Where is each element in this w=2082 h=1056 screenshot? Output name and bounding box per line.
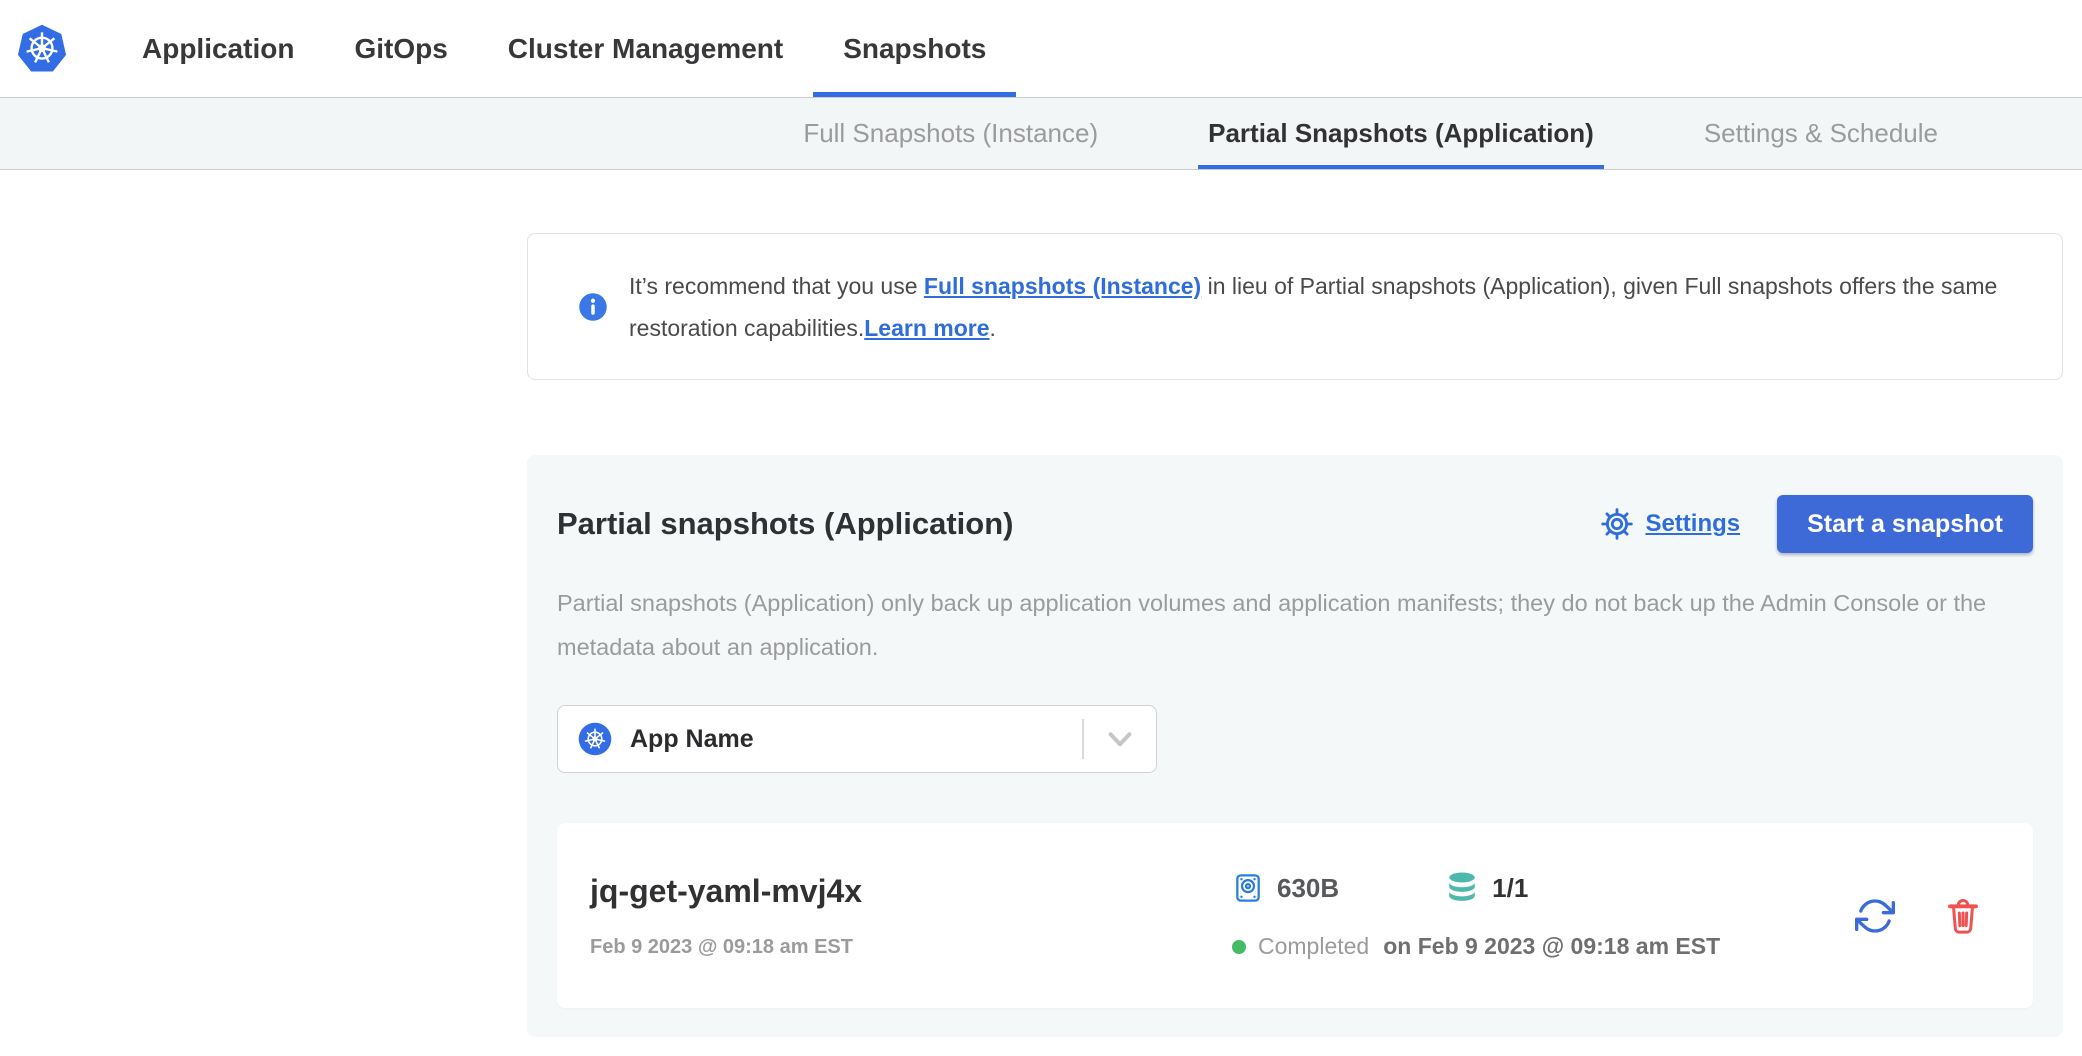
tab-settings-schedule[interactable]: Settings & Schedule	[1694, 98, 1948, 169]
kubernetes-logo[interactable]	[16, 0, 68, 97]
snapshot-row: jq-get-yaml-mvj4x Feb 9 2023 @ 09:18 am …	[557, 823, 2033, 1008]
snapshot-actions	[1855, 896, 1983, 936]
snapshot-name: jq-get-yaml-mvj4x	[590, 873, 1232, 910]
database-icon	[1444, 871, 1480, 905]
banner-text-after: .	[990, 315, 996, 341]
status-dot	[1232, 940, 1246, 954]
snapshot-details: 630B 1/1 Completed on Feb 9 2023 @ 09:18…	[1232, 871, 1720, 960]
snapshot-status: Completed	[1258, 933, 1369, 960]
info-icon	[578, 292, 608, 322]
tab-full-snapshots-instance[interactable]: Full Snapshots (Instance)	[793, 98, 1108, 169]
snapshot-finished-at: on Feb 9 2023 @ 09:18 am EST	[1383, 933, 1720, 960]
partial-snapshots-panel: Partial snapshots (Application) Settings…	[527, 455, 2063, 1037]
restore-icon[interactable]	[1855, 896, 1895, 936]
snapshot-volumes: 1/1	[1492, 873, 1528, 904]
tab-partial-snapshots-application[interactable]: Partial Snapshots (Application)	[1198, 98, 1604, 169]
settings-label: Settings	[1645, 510, 1740, 538]
chevron-down-icon[interactable]	[1084, 725, 1156, 753]
nav-item-cluster-management[interactable]: Cluster Management	[478, 0, 813, 97]
learn-more-link[interactable]: Learn more	[864, 315, 989, 341]
panel-header: Partial snapshots (Application) Settings…	[557, 495, 2033, 553]
snapshot-size: 630B	[1277, 873, 1339, 904]
full-snapshots-link[interactable]: Full snapshots (Instance)	[924, 273, 1201, 299]
snapshot-info: jq-get-yaml-mvj4x Feb 9 2023 @ 09:18 am …	[590, 873, 1232, 959]
kubernetes-app-icon	[578, 722, 612, 756]
top-nav: Application GitOps Cluster Management Sn…	[0, 0, 2082, 97]
banner-text-before: It’s recommend that you use	[629, 273, 924, 299]
panel-title: Partial snapshots (Application)	[557, 506, 1600, 542]
info-banner: It’s recommend that you use Full snapsho…	[527, 233, 2063, 380]
settings-link[interactable]: Settings	[1600, 507, 1740, 541]
app-selector-value: App Name	[630, 725, 754, 754]
trash-icon[interactable]	[1943, 896, 1983, 936]
snapshots-subnav: Full Snapshots (Instance) Partial Snapsh…	[0, 97, 2082, 170]
nav-item-snapshots[interactable]: Snapshots	[813, 0, 1016, 97]
snapshot-created-at: Feb 9 2023 @ 09:18 am EST	[590, 936, 1232, 959]
nav-item-gitops[interactable]: GitOps	[324, 0, 477, 97]
banner-text: It’s recommend that you use Full snapsho…	[629, 265, 2017, 349]
nav-item-application[interactable]: Application	[112, 0, 324, 97]
panel-description: Partial snapshots (Application) only bac…	[557, 581, 2033, 669]
top-nav-items: Application GitOps Cluster Management Sn…	[112, 0, 1016, 97]
disk-icon	[1232, 872, 1264, 904]
app-selector[interactable]: App Name	[557, 705, 1157, 773]
kubernetes-logo-icon	[16, 22, 68, 76]
gear-icon	[1600, 507, 1634, 541]
start-snapshot-button[interactable]: Start a snapshot	[1777, 495, 2033, 553]
